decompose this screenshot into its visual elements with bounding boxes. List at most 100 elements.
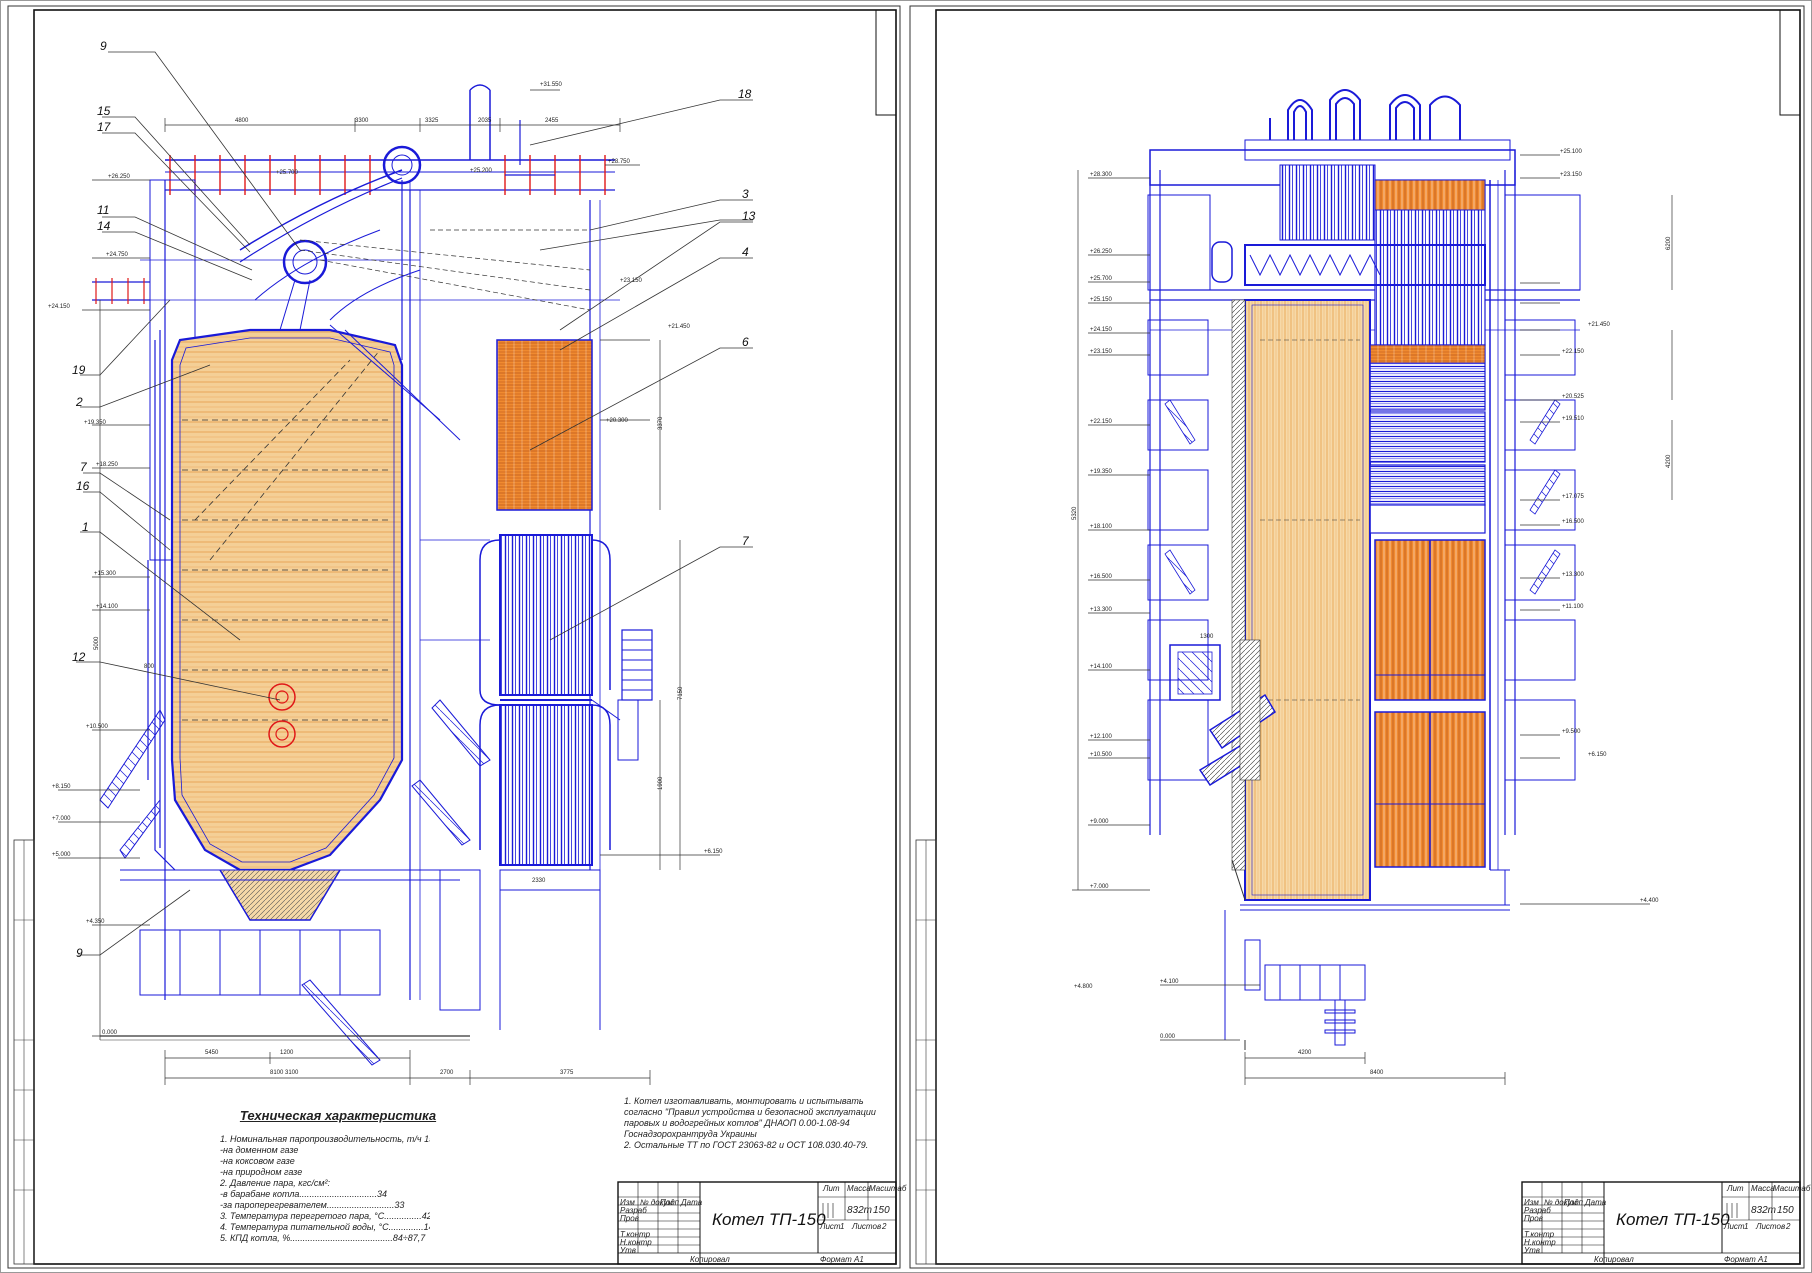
dimension-label: 3300 — [355, 118, 369, 124]
tech-item: -в барабане котла.......................… — [220, 1189, 387, 1199]
title-block-prov: Пров — [1524, 1214, 1543, 1223]
tech-item: -на доменном газе — [220, 1145, 299, 1155]
left-superheater — [496, 339, 593, 511]
elevation-label: +19.510 — [1562, 416, 1585, 422]
elevation-label: +26.250 — [108, 174, 131, 180]
elevation-label: +25.700 — [1090, 276, 1113, 282]
elevation-label: +14.100 — [1090, 664, 1113, 670]
elevation-label: +20.525 — [1562, 394, 1585, 400]
elevation-label: 0.000 — [102, 1030, 118, 1036]
left-roof-truss — [92, 155, 615, 304]
dimension-label: 2330 — [532, 878, 546, 884]
elevation-label: +13.300 — [1090, 607, 1113, 613]
dimension-label: 3370 — [658, 416, 664, 430]
title-block-sheet-num: 1 — [1744, 1222, 1749, 1231]
dimension-label: 2700 — [440, 1070, 454, 1076]
left-economizer — [479, 534, 611, 866]
right-boiler-section — [1072, 89, 1673, 1085]
dimension-label: 800 — [144, 664, 155, 670]
left-foundation — [100, 869, 601, 1041]
tech-item: 5. КПД котла, %.........................… — [220, 1233, 426, 1243]
title-block-copied: Копировал — [690, 1255, 730, 1264]
elevation-label: +16.500 — [1562, 519, 1585, 525]
title-block-mass: 832т — [847, 1205, 873, 1216]
callout-label: 7 — [80, 460, 88, 474]
title-block-mass: 832т — [1751, 1205, 1777, 1216]
elevation-label: +31.550 — [540, 82, 563, 88]
dimension-label: 1200 — [280, 1050, 294, 1056]
title-block-drawing-name: Котел ТП-150 — [712, 1210, 826, 1229]
tech-item: 1. Номинальная паропроизводительность, т… — [220, 1134, 430, 1144]
tech-item: -за пароперегревателем..................… — [220, 1200, 405, 1210]
left-air-duct — [591, 629, 653, 761]
elevation-label: +24.150 — [48, 304, 71, 310]
title-block-date: Дата — [1585, 1198, 1607, 1207]
callout-label: 2 — [75, 395, 83, 409]
elevation-label: +13.300 — [1562, 572, 1585, 578]
elevation-label: +23.150 — [620, 278, 643, 284]
elevation-label: +23.150 — [1560, 172, 1583, 178]
title-block-lit-header: Лит — [1727, 1184, 1744, 1193]
tech-characteristics-list: 1. Номинальная паропроизводительность, т… — [220, 1134, 430, 1244]
elevation-label: +22.150 — [1562, 349, 1585, 355]
dimension-label: 3775 — [560, 1070, 574, 1076]
elevation-label: +4.800 — [1074, 984, 1093, 990]
callout-label: 11 — [97, 203, 109, 217]
note-item: 2. Остальные ТТ по ГОСТ 23063-82 и ОСТ 1… — [624, 1140, 869, 1150]
tech-item: 4. Температура питательной воды, °С.....… — [220, 1222, 430, 1232]
title-block-scale: 150 — [873, 1205, 890, 1216]
dimension-label: 7150 — [678, 686, 684, 700]
left-furnace — [147, 328, 404, 921]
title-block-sheets-count: 2 — [1786, 1222, 1791, 1231]
technical-notes: 1. Котел изготавливать, монтировать и ис… — [624, 1096, 884, 1151]
title-block-drawing-name: Котел ТП-150 — [1616, 1210, 1730, 1229]
title-block-sheet-num: 1 — [840, 1222, 845, 1231]
dimension-label: 5320 — [1072, 506, 1078, 520]
callout-label: 16 — [76, 479, 90, 493]
callout-label: 1 — [82, 520, 89, 534]
title-block-sheet-label: Лист — [1724, 1222, 1745, 1231]
title-block-sheet-label: Лист — [820, 1222, 841, 1231]
elevation-label: +10.500 — [86, 724, 109, 730]
dimension-label: 6200 — [1666, 236, 1672, 250]
title-block-lit-header: Лит — [823, 1184, 840, 1193]
elevation-label: +9.500 — [1562, 729, 1581, 735]
elevation-label: +4.100 — [1160, 979, 1179, 985]
elevation-label: +10.500 — [1090, 752, 1113, 758]
elevation-label: +15.300 — [94, 571, 117, 577]
elevation-label: +11.100 — [1562, 604, 1584, 610]
elevation-label: +7.000 — [1090, 884, 1109, 890]
callout-label: 3 — [742, 187, 749, 201]
dimension-label: 3325 — [425, 118, 439, 124]
title-block-sheets-label: Листов — [852, 1222, 882, 1231]
elevation-label: +21.450 — [1588, 322, 1611, 328]
elevation-label: +14.100 — [96, 604, 119, 610]
callout-label: 9 — [100, 39, 107, 53]
dimension-label: 8400 — [1370, 1070, 1384, 1076]
title-block-mass-header: Масса — [847, 1184, 871, 1193]
elevation-label: +21.450 — [668, 324, 691, 330]
elevation-label: +24.750 — [106, 252, 129, 258]
elevation-label: +8.150 — [52, 784, 71, 790]
title-block-scale: 150 — [1777, 1205, 1794, 1216]
dimension-label: 2455 — [545, 118, 559, 124]
title-block-sign: Подп — [660, 1198, 680, 1207]
note-item: 1. Котел изготавливать, монтировать и ис… — [624, 1096, 876, 1139]
elevation-label: +28.300 — [1090, 172, 1113, 178]
title-block-utv: Утв — [620, 1246, 636, 1255]
callout-label: 13 — [742, 209, 756, 223]
dimension-label: 5000 — [94, 636, 100, 650]
title-block-sign: Подп — [1564, 1198, 1584, 1207]
callout-label: 12 — [72, 650, 86, 664]
title-block-copied: Копировал — [1594, 1255, 1634, 1264]
callout-label: 4 — [742, 245, 749, 259]
title-block-prov: Пров — [620, 1214, 639, 1223]
title-block-scale-header: Масштаб — [869, 1184, 907, 1193]
elevation-label: +19.350 — [1090, 469, 1113, 475]
dimension-label: 2035 — [478, 118, 492, 124]
dimension-label: 5450 — [205, 1050, 219, 1056]
callout-label: 19 — [72, 363, 86, 377]
dimension-label: 8100 — [270, 1070, 284, 1076]
elevation-label: +20.300 — [606, 418, 629, 424]
drawing-canvas: 9 15 17 11 14 19 2 7 16 1 12 9 18 3 13 4… — [0, 0, 1812, 1273]
